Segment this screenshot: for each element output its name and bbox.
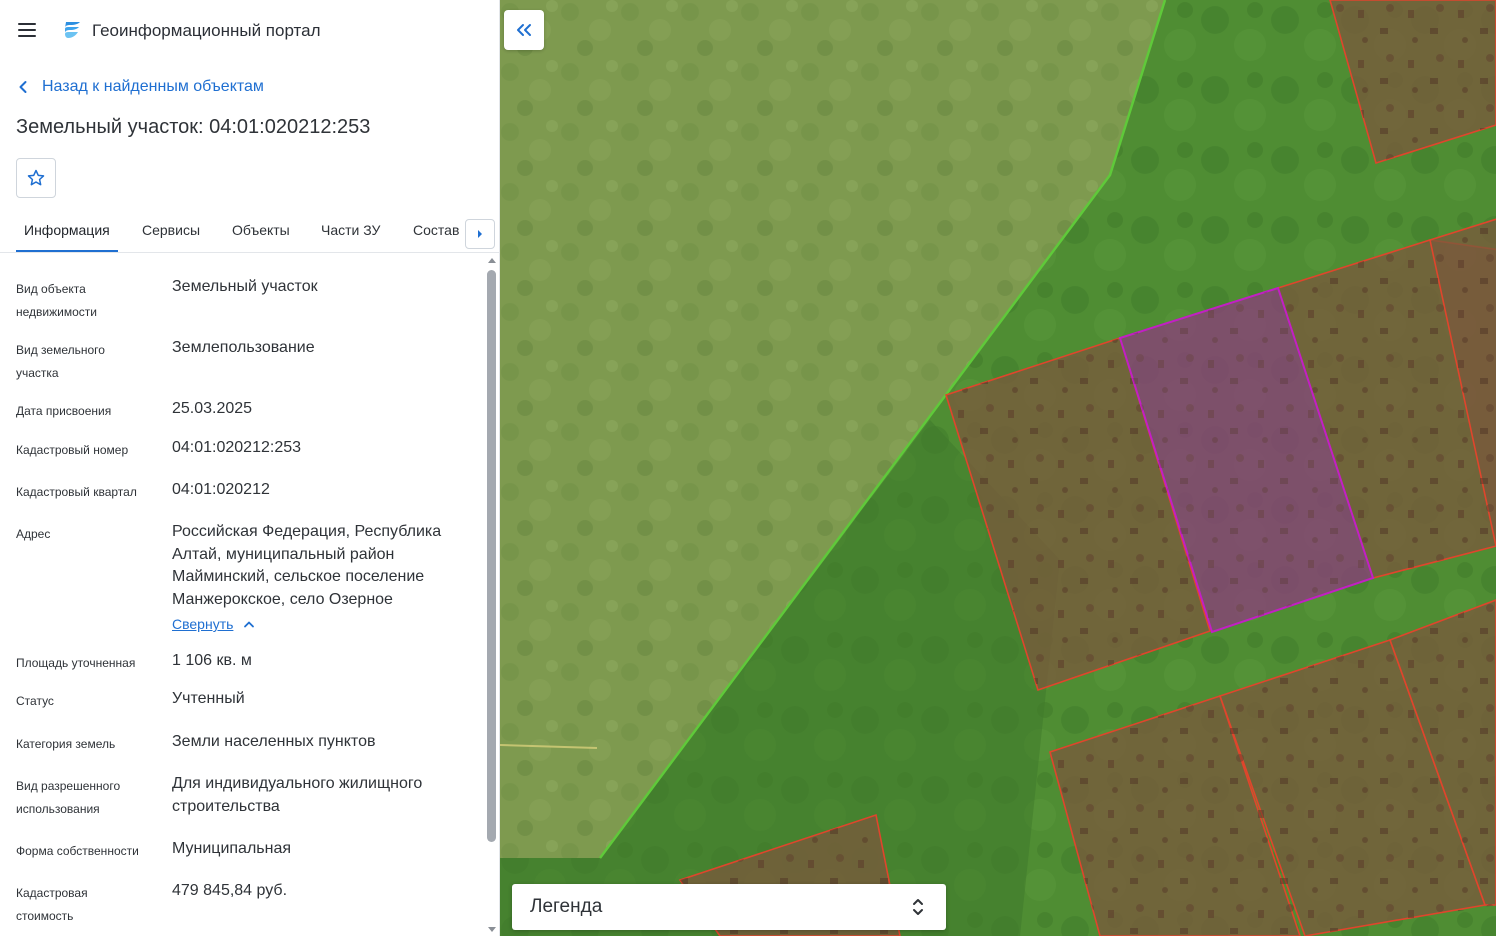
info-label: Категория земель — [16, 737, 116, 751]
scroll-up-arrow-icon[interactable] — [488, 258, 496, 263]
star-icon — [27, 169, 45, 186]
tabs-scroll-right-button[interactable] — [465, 219, 495, 249]
caret-right-icon — [478, 230, 482, 238]
double-chevron-left-icon — [517, 24, 531, 36]
scroll-down-arrow-icon[interactable] — [488, 927, 496, 932]
back-link-label: Назад к найденным объектам — [42, 78, 264, 95]
info-label: Форма собственности — [16, 844, 139, 858]
info-label: Адрес — [16, 527, 51, 541]
map-view[interactable]: Легенда — [500, 0, 1496, 936]
legend-title: Легенда — [530, 896, 603, 917]
back-to-results-link[interactable]: Назад к найденным объектам — [18, 76, 264, 98]
tab-objects[interactable]: Объекты — [232, 222, 290, 238]
object-info-list: Вид объекта недвижимости Земельный участ… — [0, 256, 486, 936]
favorite-button[interactable] — [16, 158, 56, 198]
info-value: 04:01:020212 — [172, 481, 270, 498]
tab-services[interactable]: Сервисы — [142, 222, 200, 238]
info-scrollbar[interactable] — [486, 256, 498, 936]
app-header: Геоинформационный портал — [0, 0, 500, 60]
tab-bar: Информация Сервисы Объекты Части ЗУ Сост… — [0, 210, 500, 253]
info-value: Для индивидуального жилищного строительс… — [172, 775, 423, 815]
info-value: 479 845,84 руб. — [172, 882, 288, 899]
page-title: Земельный участок: 04:01:020212:253 — [16, 116, 371, 138]
chevron-up-icon — [244, 621, 255, 628]
tab-information[interactable]: Информация — [24, 222, 110, 238]
tab-parcel-parts[interactable]: Части ЗУ — [321, 222, 380, 238]
info-label: Вид земельного участка — [16, 343, 105, 380]
info-value: 25.03.2025 — [172, 400, 253, 417]
info-label: Вид разрешенного использования — [16, 779, 121, 816]
info-value: Земли населенных пунктов — [172, 733, 376, 750]
info-label: Кадастровая стоимость — [16, 886, 88, 923]
info-value: Муниципальная — [172, 840, 292, 857]
collapse-label: Свернуть — [172, 616, 234, 632]
collapse-panel-button[interactable] — [504, 10, 544, 50]
info-label: Площадь уточненная — [16, 656, 136, 670]
scrollbar-thumb[interactable] — [487, 270, 496, 842]
info-panel: Геоинформационный портал Назад к найденн… — [0, 0, 500, 936]
chevron-left-icon — [19, 81, 27, 93]
legend-panel[interactable]: Легенда — [512, 884, 946, 930]
active-tab-indicator — [16, 250, 118, 252]
info-label: Кадастровый номер — [16, 443, 129, 457]
info-value: Земельный участок — [172, 278, 318, 295]
info-label: Дата присвоения — [16, 404, 112, 418]
app-title: Геоинформационный портал — [92, 21, 321, 40]
info-value: 04:01:020212:253 — [172, 439, 302, 456]
info-label: Кадастровый квартал — [16, 485, 137, 499]
portal-logo-icon — [65, 22, 80, 38]
info-value: Учтенный — [172, 690, 245, 707]
collapse-address-link[interactable]: Свернуть — [172, 616, 255, 632]
info-value: Землепользование — [172, 339, 315, 356]
hamburger-menu-icon[interactable] — [16, 20, 40, 40]
address-value: Российская Федерация, Республика Алтай, … — [172, 523, 442, 608]
info-label: Вид объекта недвижимости — [16, 282, 97, 319]
info-label: Статус — [16, 694, 54, 708]
satellite-imagery — [500, 0, 1496, 936]
expand-collapse-icon[interactable] — [912, 895, 924, 919]
tab-composition[interactable]: Состав — [413, 222, 459, 238]
info-value: 1 106 кв. м — [172, 652, 252, 669]
